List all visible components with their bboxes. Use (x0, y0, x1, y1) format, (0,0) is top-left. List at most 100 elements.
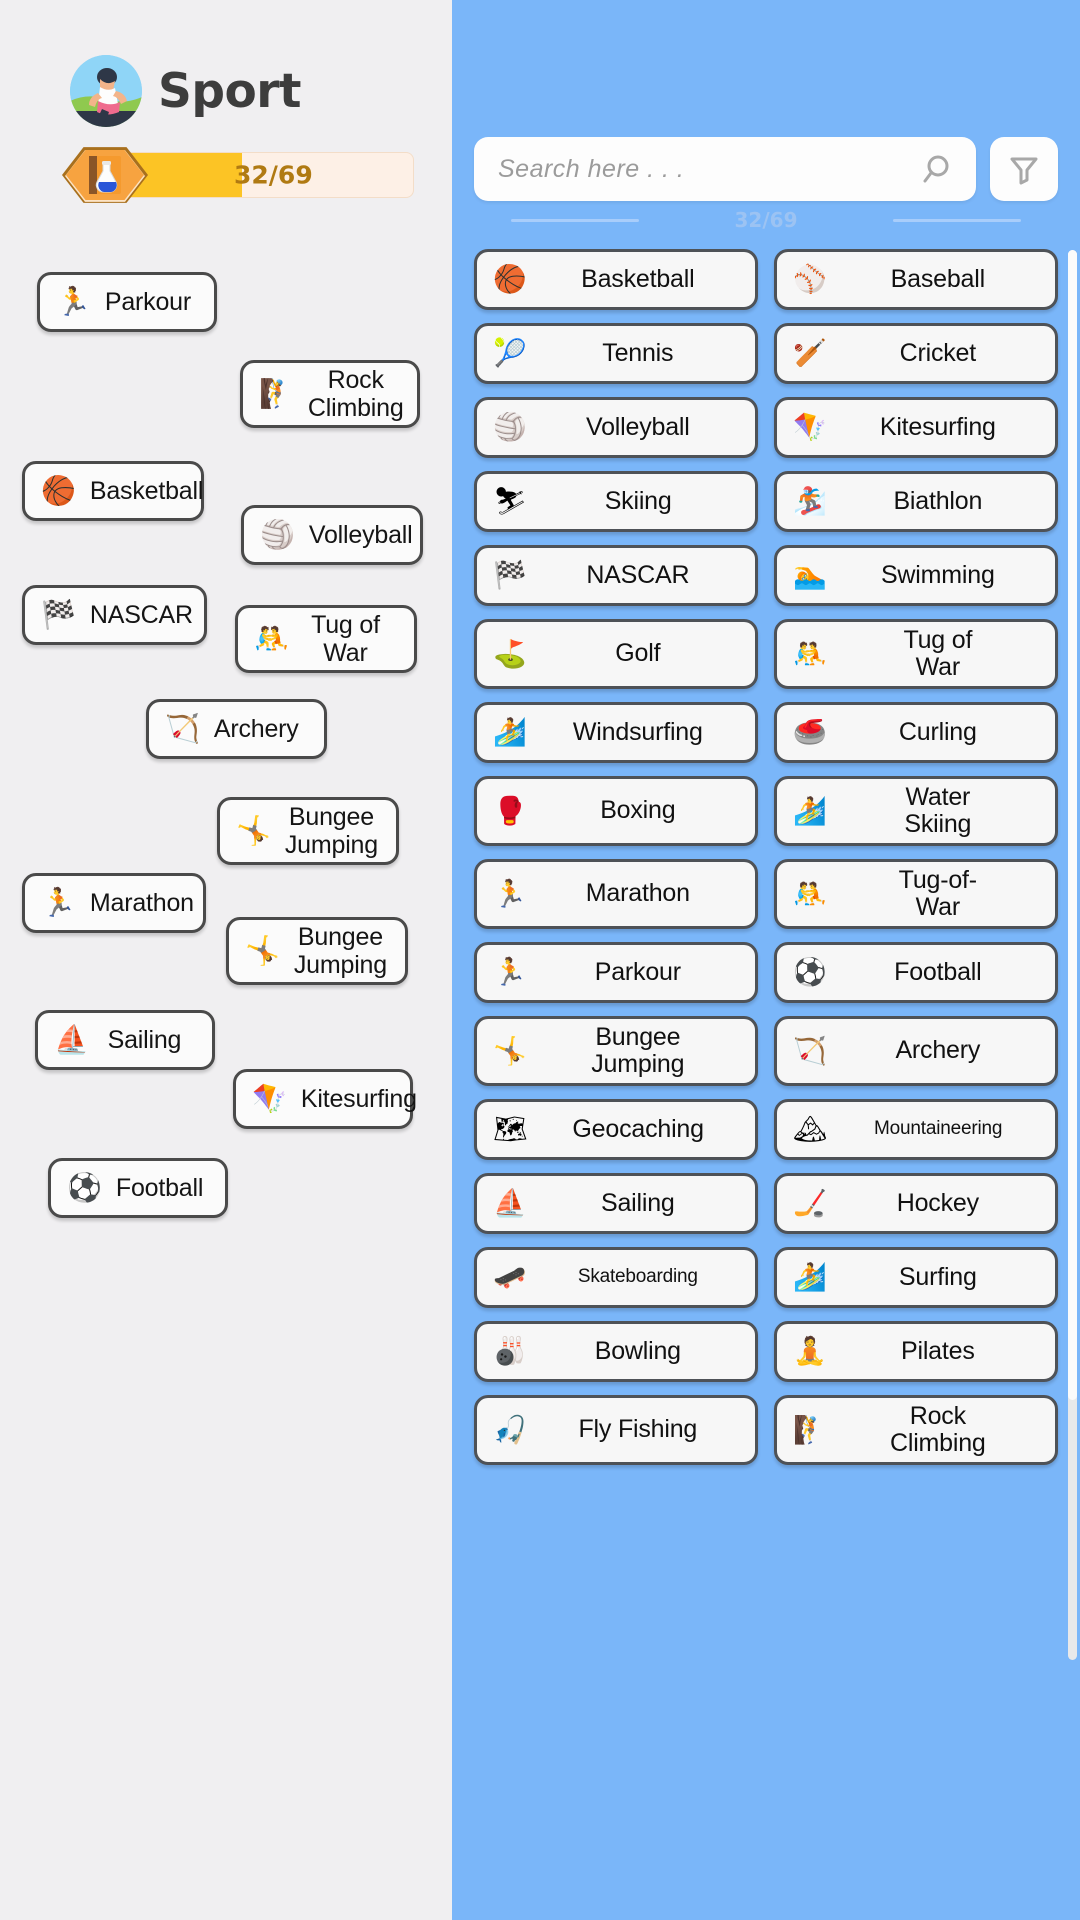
grid-item-label: Golf (615, 639, 661, 668)
grid-item-label: Surfing (898, 1262, 977, 1291)
left-panel: Sport 32/69 🏃 Parkour 🧗 Rock Climbing 🏀 Baske… (0, 0, 452, 1920)
sport-grid-item[interactable]: 🤸 Bungee Jumping (474, 1016, 758, 1086)
sport-grid-item[interactable]: 🥌 Curling (774, 702, 1058, 763)
grid-item-label: Water Skiing (904, 782, 972, 838)
sport-grid-item[interactable]: 🏂 Biathlon (774, 471, 1058, 532)
chip-label: Football (115, 1173, 204, 1202)
sport-grid-item[interactable]: 🎳 Bowling (474, 1321, 758, 1382)
sport-grid-item[interactable]: ⚽ Football (774, 942, 1058, 1003)
collected-chip[interactable]: 🤼 Tug of War (235, 605, 417, 673)
sport-collection-screen: Sport 32/69 🏃 Parkour 🧗 Rock Climbing 🏀 Baske… (0, 0, 1080, 1920)
grid-item-label: Mountaineering (874, 1118, 1003, 1140)
chip-emoji-icon: 🧗 (259, 377, 294, 410)
right-panel: Search here . . . 32/69 🏀 Basketball ⚾ B… (452, 0, 1080, 1920)
grid-item-label: Tug-of- War (898, 865, 977, 921)
grid-item-label: Windsurfing (572, 717, 703, 746)
grid-item-label: Boxing (600, 796, 676, 825)
sport-grid-item[interactable]: ⛷ Skiing (474, 471, 758, 532)
grid-item-emoji-icon: 🤼 (793, 638, 827, 670)
grid-item-emoji-icon: 🏊 (793, 560, 827, 591)
collected-chip[interactable]: 🪁 Kitesurfing (233, 1069, 417, 1129)
grid-item-label: Tennis (602, 338, 674, 367)
sport-grid-item[interactable]: ⛳ Golf (474, 619, 758, 689)
sport-grid-item[interactable]: 🏀 Basketball (474, 249, 758, 310)
scrollbar[interactable] (1068, 250, 1077, 1660)
grid-item-emoji-icon: ⛳ (493, 638, 527, 670)
sport-grid-item[interactable]: 🏹 Archery (774, 1016, 1058, 1086)
grid-item-label: NASCAR (586, 560, 690, 589)
sport-grid-item[interactable]: 🏃 Parkour (474, 942, 758, 1003)
collected-chip[interactable]: 🏹 Archery (146, 699, 327, 759)
sport-grid-item[interactable]: 🗺 Geocaching (474, 1099, 758, 1160)
grid-item-emoji-icon: 🧗 (793, 1414, 827, 1446)
collected-chip[interactable]: ⛵ Sailing (35, 1010, 215, 1070)
search-input[interactable]: Search here . . . (474, 137, 976, 201)
chip-label: Volleyball (308, 520, 413, 549)
chip-emoji-icon: 🏀 (41, 474, 76, 507)
collected-chip[interactable]: 🏃 Parkour (37, 272, 217, 332)
grid-item-label: Basketball (581, 264, 695, 293)
sport-grid-item[interactable]: 🤼 Tug of War (774, 619, 1058, 689)
sport-grid-item[interactable]: 🎣 Fly Fishing (474, 1395, 758, 1465)
collected-chip[interactable]: 🤸 Bungee Jumping (217, 797, 399, 865)
sport-grid-item[interactable]: 🎾 Tennis (474, 323, 758, 384)
sport-grid-item[interactable]: 🏄 Water Skiing (774, 776, 1058, 846)
grid-item-label: Swimming (880, 560, 995, 589)
search-row: Search here . . . (474, 137, 1058, 201)
filter-button[interactable] (990, 137, 1058, 201)
chip-emoji-icon: 🤸 (236, 814, 271, 847)
grid-item-label: Archery (895, 1036, 981, 1065)
sport-grid-item[interactable]: 🏐 Volleyball (474, 397, 758, 458)
sport-grid-item[interactable]: 🪁 Kitesurfing (774, 397, 1058, 458)
chip-emoji-icon: ⛵ (54, 1023, 89, 1056)
funnel-icon (1007, 152, 1041, 186)
sport-grid-item[interactable]: 🏊 Swimming (774, 545, 1058, 606)
sport-grid-item[interactable]: 🤼 Tug-of- War (774, 859, 1058, 929)
grid-item-emoji-icon: 🏒 (793, 1188, 827, 1219)
chip-emoji-icon: 🏃 (56, 285, 91, 318)
sport-grid-item[interactable]: 🥊 Boxing (474, 776, 758, 846)
collected-chips-scatter: 🏃 Parkour 🧗 Rock Climbing 🏀 Basketball 🏐 Volley… (0, 0, 452, 1920)
collected-chip[interactable]: ⚽ Football (48, 1158, 228, 1218)
grid-item-emoji-icon: ⛷ (493, 486, 528, 517)
sport-grid-item[interactable]: 🏄 Surfing (774, 1247, 1058, 1308)
sport-grid-item[interactable]: 🧗 Rock Climbing (774, 1395, 1058, 1465)
grid-item-emoji-icon: ⚽ (793, 957, 827, 988)
collected-chip[interactable]: 🏐 Volleyball (241, 505, 423, 565)
grid-item-emoji-icon: 🏃 (493, 878, 527, 910)
sport-grid-item[interactable]: 🏒 Hockey (774, 1173, 1058, 1234)
grid-item-emoji-icon: ⚾ (793, 264, 827, 295)
scrollbar-thumb[interactable] (1068, 250, 1077, 1400)
sport-grid-item[interactable]: ⚾ Baseball (774, 249, 1058, 310)
grid-item-emoji-icon: 🏄 (793, 795, 827, 827)
sport-grid-item[interactable]: 🛹 Skateboarding (474, 1247, 758, 1308)
grid-item-emoji-icon: 🏂 (793, 486, 827, 517)
collected-chip[interactable]: 🏃 Marathon (22, 873, 206, 933)
chip-emoji-icon: 🪁 (252, 1082, 287, 1115)
chip-emoji-icon: 🤼 (254, 622, 289, 655)
search-icon[interactable] (922, 152, 956, 186)
collected-chip[interactable]: 🏀 Basketball (22, 461, 204, 521)
collected-chip[interactable]: 🏁 NASCAR (22, 585, 207, 645)
chip-label: Bungee Jumping (284, 803, 378, 859)
chip-emoji-icon: 🤸 (245, 934, 280, 967)
grid-item-emoji-icon: 🪁 (793, 412, 827, 443)
grid-item-emoji-icon: 🏁 (493, 560, 527, 591)
grid-item-emoji-icon: ⛵ (493, 1188, 527, 1219)
grid-item-emoji-icon: 🏔 (793, 1114, 828, 1145)
sport-grid-item[interactable]: 🏄 Windsurfing (474, 702, 758, 763)
collected-chip[interactable]: 🧗 Rock Climbing (240, 360, 420, 428)
sport-grid-item[interactable]: 🏁 NASCAR (474, 545, 758, 606)
sport-grid-item[interactable]: 🏃 Marathon (474, 859, 758, 929)
grid-item-emoji-icon: 🏄 (493, 717, 527, 748)
grid-item-label: Volleyball (585, 412, 690, 441)
grid-item-emoji-icon: 🥌 (793, 717, 827, 748)
sport-grid-item[interactable]: 🧘 Pilates (774, 1321, 1058, 1382)
sport-grid-item[interactable]: 🏏 Cricket (774, 323, 1058, 384)
sport-grid-item[interactable]: 🏔 Mountaineering (774, 1099, 1058, 1160)
grid-item-label: Kitesurfing (879, 412, 996, 441)
collected-chip[interactable]: 🤸 Bungee Jumping (226, 917, 408, 985)
chip-emoji-icon: 🏁 (41, 598, 76, 631)
chip-emoji-icon: 🏐 (260, 518, 295, 551)
sport-grid-item[interactable]: ⛵ Sailing (474, 1173, 758, 1234)
